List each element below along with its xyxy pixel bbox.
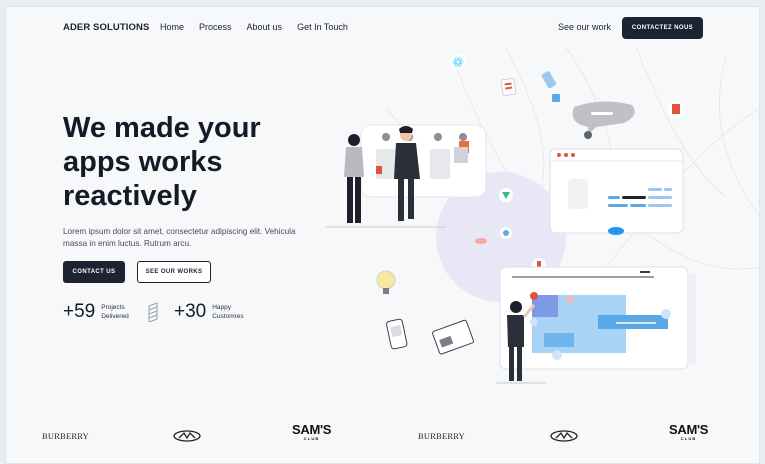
stat-divider-icon: [148, 302, 158, 322]
nav-home[interactable]: Home: [160, 22, 184, 32]
client-logos: BURBERRY SAM'S CLUB BURBERRY SAM'S CLUB: [6, 422, 759, 450]
nav-get-in-touch[interactable]: Get In Touch: [297, 22, 348, 32]
smartphone-icon: [386, 318, 408, 350]
document-icon: [500, 77, 517, 97]
laptop-icon: [432, 319, 474, 355]
nav-process[interactable]: Process: [199, 22, 232, 32]
headline-line-1: We made your: [63, 112, 261, 144]
code-window: [549, 148, 684, 234]
lidl-logo-1: [173, 425, 201, 447]
lightbulb-icon: [376, 270, 396, 294]
headline-line-2: apps works: [63, 146, 223, 178]
stat-customers-label-1: Happy: [212, 304, 232, 311]
lidl-logo-2: [550, 425, 578, 447]
html5-icon: [668, 101, 684, 117]
see-our-works-button[interactable]: SEE OUR WORKS: [137, 261, 211, 283]
phone-icon: [541, 71, 557, 89]
see-our-work-link[interactable]: See our work: [558, 22, 611, 32]
hero-subtitle: Lorem ipsum dolor sit amet, consectetur …: [63, 227, 296, 248]
react-icon: [450, 54, 466, 70]
pill-shape-icon: [475, 238, 487, 244]
headline-line-3: reactively: [63, 180, 197, 212]
hero-illustration: [326, 47, 759, 384]
stat-projects-value: +59: [63, 301, 96, 322]
burberry-logo-2: BURBERRY: [418, 431, 465, 441]
dashboard-window: [499, 266, 696, 370]
burberry-logo-1: BURBERRY: [42, 431, 89, 441]
oval-brand-icon: [173, 430, 201, 442]
nav-about[interactable]: About us: [247, 22, 283, 32]
brand-logo[interactable]: ADER SOLUTIONS: [63, 22, 149, 33]
nav-links: Home Process About us Get In Touch: [160, 22, 348, 32]
sams-club-logo-1: SAM'S CLUB: [292, 422, 332, 441]
stat-projects-label: Projects Delivered: [101, 303, 128, 321]
gear-small-icon: [500, 227, 512, 239]
page: ADER SOLUTIONS Home Process About us Get…: [5, 6, 760, 464]
stat-projects: +59 Projects Delivered: [63, 301, 129, 323]
hero-headline: We made your apps works reactively: [63, 111, 323, 213]
sams-club-logo-2: SAM'S CLUB: [669, 422, 709, 441]
stat-customers-label-2: Customres: [212, 313, 244, 320]
docker-icon: [608, 227, 624, 235]
contact-button[interactable]: CONTACTEZ NOUS: [622, 17, 703, 39]
stat-customers-label: Happy Customres: [212, 303, 243, 321]
navbar: ADER SOLUTIONS Home Process About us Get…: [6, 7, 759, 47]
stat-customers-value: +30: [174, 301, 207, 322]
contact-us-button[interactable]: CONTACT US: [63, 261, 125, 283]
small-blue-tile-icon: [552, 94, 560, 102]
stat-projects-label-1: Projects: [101, 304, 125, 311]
stat-projects-label-2: Delivered: [101, 313, 129, 320]
oval-brand-icon: [550, 430, 578, 442]
stat-customers: +30 Happy Customres: [174, 301, 244, 323]
vue-icon: [499, 188, 513, 202]
chat-bubble-icon: [572, 101, 635, 139]
